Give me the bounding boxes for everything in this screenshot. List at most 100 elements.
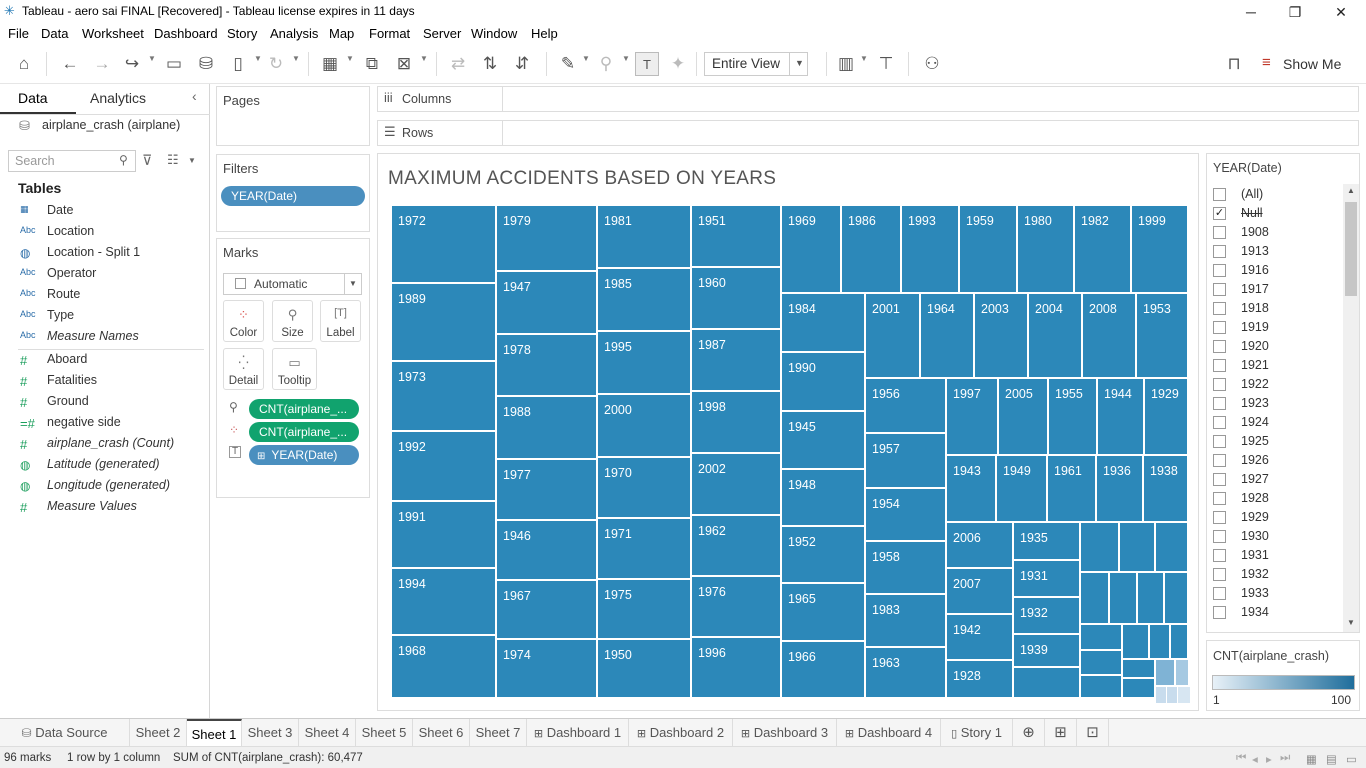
treemap-cell[interactable]: 1970 — [597, 457, 691, 518]
treemap-cell[interactable]: 1968 — [391, 635, 496, 698]
treemap-cell[interactable]: 2003 — [974, 293, 1028, 378]
treemap-cell[interactable]: 1997 — [946, 378, 998, 455]
treemap-cell[interactable] — [1080, 522, 1119, 572]
color-legend[interactable]: CNT(airplane_crash) 1 100 — [1206, 640, 1360, 711]
treemap-cell[interactable]: 2001 — [865, 293, 920, 378]
redo-icon[interactable]: → — [90, 52, 114, 76]
tab-sheet-1[interactable]: Sheet 1 — [187, 719, 242, 746]
checkbox[interactable] — [1213, 416, 1226, 429]
nav-last-icon[interactable]: ⏭ — [1280, 752, 1290, 765]
treemap-cell[interactable]: 2005 — [998, 378, 1048, 455]
treemap-cell[interactable]: 1947 — [496, 271, 597, 334]
treemap-cell[interactable]: 1965 — [781, 583, 865, 641]
filter-icon[interactable]: ⊽ — [142, 152, 152, 169]
tab-story-1[interactable]: ▯ Story 1 — [941, 719, 1013, 746]
checkbox[interactable] — [1213, 397, 1226, 410]
save-icon[interactable]: ▭ — [162, 52, 186, 76]
fix-axes-icon[interactable]: ✦ — [666, 52, 690, 76]
treemap-cell[interactable]: 1951 — [691, 205, 781, 267]
tab-dashboard-3[interactable]: ⊞ Dashboard 3 — [733, 719, 837, 746]
field-latitude[interactable]: ◍ Latitude (generated) — [0, 455, 205, 476]
view-options-icon[interactable]: ☷ — [167, 152, 179, 168]
show-mark-labels-icon[interactable]: T — [635, 52, 659, 76]
treemap-cell[interactable] — [1080, 572, 1109, 624]
clear-sheet-icon[interactable]: ⊠ — [392, 52, 416, 76]
field-longitude[interactable]: ◍ Longitude (generated) — [0, 476, 205, 497]
treemap-cell[interactable]: 2006 — [946, 522, 1013, 568]
treemap-cell[interactable]: 1945 — [781, 411, 865, 469]
menu-story[interactable]: Story — [227, 26, 257, 41]
chevron-down-icon[interactable]: ▼ — [148, 54, 156, 63]
tab-sheet-4[interactable]: Sheet 4 — [299, 719, 356, 746]
color-button[interactable]: ⁘ Color — [223, 300, 264, 342]
treemap-cell[interactable] — [1149, 624, 1170, 659]
treemap-cell[interactable]: 1972 — [391, 205, 496, 283]
treemap-cell[interactable]: 2007 — [946, 568, 1013, 614]
tab-dashboard-1[interactable]: ⊞ Dashboard 1 — [527, 719, 629, 746]
chevron-down-icon[interactable]: ▼ — [860, 54, 868, 63]
close-icon[interactable]: ✕ — [1326, 2, 1356, 22]
treemap-cell[interactable]: 1936 — [1096, 455, 1143, 522]
checkbox[interactable] — [1213, 359, 1226, 372]
nav-prev-icon[interactable]: ◂ — [1252, 752, 1258, 766]
pause-updates-icon[interactable]: ▯ — [226, 52, 250, 76]
nav-first-icon[interactable]: ⏮ — [1236, 752, 1246, 765]
treemap-cell[interactable] — [1122, 624, 1149, 659]
treemap-cell[interactable]: 1971 — [597, 518, 691, 579]
tooltip-button[interactable]: ▭ Tooltip — [272, 348, 317, 390]
treemap-cell[interactable]: 1938 — [1143, 455, 1188, 522]
treemap-cell[interactable]: 1991 — [391, 501, 496, 568]
checkbox[interactable] — [1213, 549, 1226, 562]
detail-button[interactable]: ⁛ Detail — [223, 348, 264, 390]
checkbox[interactable] — [1213, 511, 1226, 524]
treemap-cell[interactable] — [1155, 659, 1175, 686]
treemap-cell[interactable] — [1175, 659, 1189, 686]
treemap-cell[interactable]: 1929 — [1144, 378, 1188, 455]
chevron-down-icon[interactable]: ▼ — [346, 54, 354, 63]
treemap-cell[interactable] — [1080, 650, 1122, 675]
checkbox[interactable] — [1213, 378, 1226, 391]
treemap-cell[interactable] — [1122, 678, 1155, 698]
treemap-cell[interactable]: 1932 — [1013, 597, 1080, 634]
show-filmstrip-icon[interactable]: ▦ — [1306, 752, 1317, 766]
home-icon[interactable]: ⌂ — [12, 52, 36, 76]
mark-pill-year[interactable]: ⊞ YEAR(Date) — [249, 445, 359, 465]
treemap-cell[interactable]: 1985 — [597, 268, 691, 331]
treemap-cell[interactable]: 1994 — [391, 568, 496, 635]
treemap-cell[interactable]: 1980 — [1017, 205, 1074, 293]
tab-dashboard-2[interactable]: ⊞ Dashboard 2 — [629, 719, 733, 746]
chevron-down-icon[interactable]: ▼ — [188, 156, 196, 165]
show-sheet-sorter-icon[interactable]: ▤ — [1326, 752, 1337, 766]
treemap-cell[interactable]: 1935 — [1013, 522, 1080, 560]
treemap-cell[interactable]: 1952 — [781, 526, 865, 583]
treemap-cell[interactable]: 1996 — [691, 637, 781, 698]
treemap-cell[interactable]: 1939 — [1013, 634, 1080, 667]
view-mode-select[interactable]: Entire View ▼ — [704, 52, 808, 76]
menu-map[interactable]: Map — [329, 26, 354, 41]
checkbox[interactable] — [1213, 245, 1226, 258]
treemap-cell[interactable]: 1977 — [496, 459, 597, 520]
checkbox[interactable] — [1213, 302, 1226, 315]
menu-window[interactable]: Window — [471, 26, 517, 41]
chevron-down-icon[interactable]: ▼ — [420, 54, 428, 63]
filter-pill-year[interactable]: YEAR(Date) — [221, 186, 365, 206]
treemap-cell[interactable]: 1958 — [865, 541, 946, 594]
treemap-cell[interactable]: 1981 — [597, 205, 691, 268]
duplicate-sheet-icon[interactable]: ⧉ — [360, 52, 384, 76]
tab-dashboard-4[interactable]: ⊞ Dashboard 4 — [837, 719, 941, 746]
format-painter-icon[interactable]: ⊓ — [1222, 52, 1246, 76]
treemap-cell[interactable]: 1950 — [597, 639, 691, 698]
group-members-icon[interactable]: ⚲ — [594, 52, 618, 76]
checkbox[interactable] — [1213, 568, 1226, 581]
menu-format[interactable]: Format — [369, 26, 410, 41]
menu-worksheet[interactable]: Worksheet — [82, 26, 144, 41]
treemap-cell[interactable] — [1170, 624, 1188, 659]
show-me-button[interactable]: ≡ Show Me — [1258, 52, 1358, 76]
filters-card[interactable]: Filters YEAR(Date) — [216, 154, 370, 232]
treemap-cell[interactable]: 1959 — [959, 205, 1017, 293]
scroll-down-icon[interactable]: ▼ — [1347, 618, 1355, 627]
treemap-cell[interactable]: 1993 — [901, 205, 959, 293]
nav-next-icon[interactable]: ▸ — [1266, 752, 1272, 766]
treemap-cell[interactable]: 1955 — [1048, 378, 1097, 455]
field-negative-side[interactable]: =# negative side — [0, 413, 205, 434]
